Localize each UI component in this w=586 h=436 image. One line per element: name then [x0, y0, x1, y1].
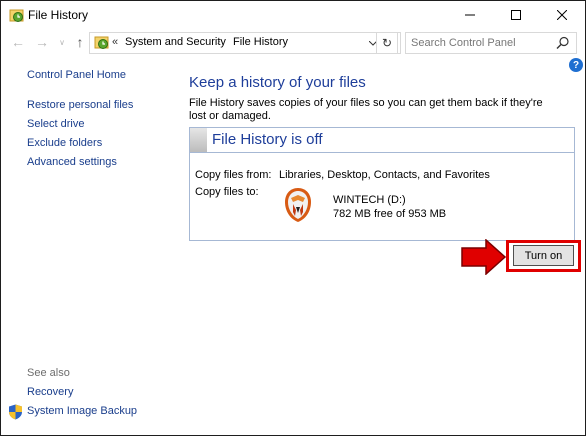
help-icon[interactable]: ?: [569, 58, 583, 72]
file-history-icon: [94, 36, 109, 49]
status-title: File History is off: [212, 131, 323, 148]
drive-icon: [285, 188, 311, 222]
turn-on-button[interactable]: Turn on: [513, 245, 574, 266]
see-also-heading: See also: [27, 367, 70, 379]
exclude-folders-link[interactable]: Exclude folders: [27, 137, 102, 149]
search-icon[interactable]: [556, 36, 570, 50]
page-title: Keep a history of your files: [189, 74, 366, 91]
forward-button[interactable]: →: [33, 33, 51, 51]
close-icon: [557, 10, 567, 20]
navigation-bar: ← → ∨ ↑ « System and Security › File His…: [1, 29, 585, 55]
status-panel: File History is off Copy files from: Lib…: [189, 127, 575, 241]
refresh-button[interactable]: ↻: [376, 32, 398, 54]
drive-free-space: 782 MB free of 953 MB: [333, 208, 447, 220]
drive-name: WINTECH (D:): [333, 194, 406, 206]
address-prefix-chevron[interactable]: «: [112, 36, 118, 48]
breadcrumb-system-and-security[interactable]: System and Security: [125, 36, 226, 48]
status-header: File History is off: [190, 128, 574, 153]
left-pane: Control Panel Home Restore personal file…: [1, 55, 181, 435]
search-box[interactable]: [405, 32, 577, 54]
red-arrow-icon: [461, 239, 507, 275]
select-drive-link[interactable]: Select drive: [27, 118, 84, 130]
copy-to-label: Copy files to:: [195, 186, 259, 198]
close-button[interactable]: [539, 1, 585, 29]
advanced-settings-link[interactable]: Advanced settings: [27, 156, 117, 168]
breadcrumb-file-history[interactable]: File History: [233, 36, 288, 48]
restore-personal-files-link[interactable]: Restore personal files: [27, 99, 133, 111]
status-indicator-bar: [190, 128, 207, 152]
copy-from-label: Copy files from:: [195, 169, 272, 181]
system-image-backup-link[interactable]: System Image Backup: [27, 405, 137, 417]
minimize-icon: [465, 14, 475, 16]
title-bar: File History: [1, 1, 585, 29]
recovery-link[interactable]: Recovery: [27, 386, 73, 398]
file-history-icon: [9, 9, 24, 22]
search-input[interactable]: [411, 35, 551, 50]
control-panel-home-link[interactable]: Control Panel Home: [27, 69, 126, 81]
up-button[interactable]: ↑: [71, 33, 89, 51]
shield-icon: [9, 404, 22, 420]
recent-locations-button[interactable]: ∨: [57, 33, 67, 51]
copy-from-value: Libraries, Desktop, Contacts, and Favori…: [279, 169, 490, 181]
window-title: File History: [28, 8, 89, 22]
breadcrumb-separator[interactable]: ›: [217, 36, 220, 47]
maximize-icon: [511, 10, 521, 20]
maximize-button[interactable]: [493, 1, 539, 29]
back-button[interactable]: ←: [9, 33, 27, 51]
minimize-button[interactable]: [447, 1, 493, 29]
page-description: File History saves copies of your files …: [189, 97, 543, 122]
file-history-window: File History ← → ∨ ↑ « System and Securi…: [0, 0, 586, 436]
address-bar[interactable]: « System and Security › File History: [89, 32, 401, 54]
